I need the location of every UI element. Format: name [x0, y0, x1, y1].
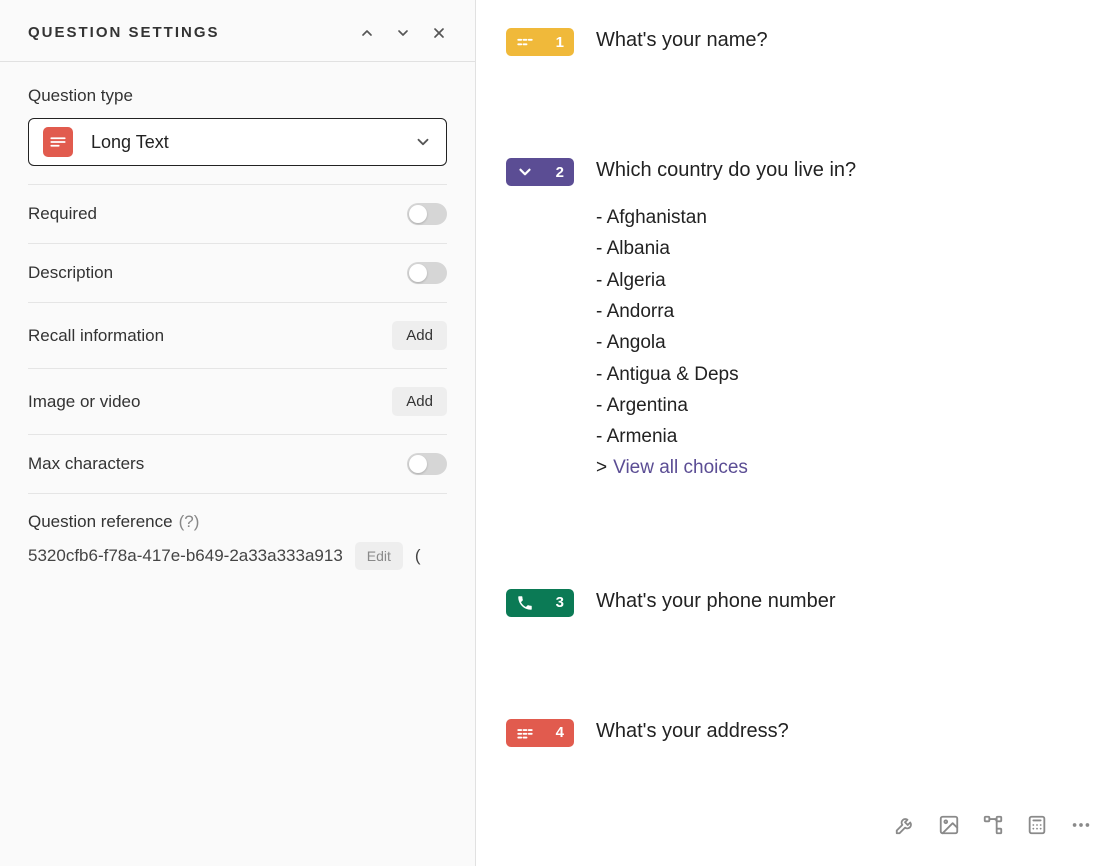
view-all-choices[interactable]: > View all choices [596, 457, 1086, 479]
reference-edit-button[interactable]: Edit [355, 542, 403, 570]
question-item[interactable]: 1 What's your name? [506, 26, 1086, 56]
media-add-button[interactable]: Add [392, 387, 447, 416]
panel-title: QUESTION SETTINGS [28, 24, 220, 41]
question-choices: Afghanistan Albania Algeria Andorra Ango… [596, 202, 1086, 453]
calculator-icon[interactable] [1026, 814, 1048, 836]
list-item: Armenia [596, 421, 1086, 452]
question-badge: 3 [506, 589, 574, 617]
branch-icon[interactable] [982, 814, 1004, 836]
question-type-value: Long Text [91, 132, 414, 153]
question-type-label: Question type [28, 86, 447, 106]
question-title: What's your address? [596, 717, 1086, 745]
view-all-link[interactable]: View all choices [613, 457, 748, 478]
long-text-icon [43, 127, 73, 157]
short-text-icon [516, 33, 534, 51]
required-toggle[interactable] [407, 203, 447, 225]
question-number: 1 [548, 34, 564, 51]
question-badge: 4 [506, 719, 574, 747]
question-number: 3 [548, 594, 564, 611]
question-type-select[interactable]: Long Text [28, 118, 447, 166]
prev-question-icon[interactable] [359, 25, 375, 41]
question-settings-panel: QUESTION SETTINGS Question type [0, 0, 476, 866]
close-icon[interactable] [431, 25, 447, 41]
question-type-section: Question type Long Text [28, 86, 447, 185]
media-section: Image or video Add [28, 369, 447, 435]
question-title: Which country do you live in? [596, 156, 1086, 184]
required-section: Required [28, 185, 447, 244]
chevron-right-icon: > [596, 457, 607, 478]
chevron-down-icon [516, 163, 534, 181]
max-chars-section: Max characters [28, 435, 447, 494]
recall-add-button[interactable]: Add [392, 321, 447, 350]
floating-toolbar [894, 814, 1092, 836]
question-item[interactable]: 2 Which country do you live in? Afghanis… [506, 156, 1086, 479]
question-title: What's your name? [596, 26, 1086, 54]
reference-overflow: ( [415, 546, 421, 566]
reference-hint[interactable]: (?) [179, 512, 200, 532]
phone-icon [516, 594, 534, 612]
required-label: Required [28, 204, 97, 224]
reference-section: Question reference (?) 5320cfb6-f78a-417… [28, 494, 447, 588]
chevron-down-icon [414, 133, 432, 151]
list-item: Albania [596, 233, 1086, 264]
wrench-icon[interactable] [894, 814, 916, 836]
panel-body: Question type Long Text Required Descrip… [0, 62, 475, 612]
list-item: Algeria [596, 265, 1086, 296]
list-item: Antigua & Deps [596, 359, 1086, 390]
question-item[interactable]: 4 What's your address? [506, 717, 1086, 747]
question-badge: 2 [506, 158, 574, 186]
recall-section: Recall information Add [28, 303, 447, 369]
next-question-icon[interactable] [395, 25, 411, 41]
more-icon[interactable] [1070, 814, 1092, 836]
long-text-icon [516, 724, 534, 742]
question-list: 1 What's your name? 2 Which country do y… [476, 0, 1116, 866]
question-number: 2 [548, 164, 564, 181]
description-label: Description [28, 263, 113, 283]
question-badge: 1 [506, 28, 574, 56]
reference-value: 5320cfb6-f78a-417e-b649-2a33a333a913 [28, 546, 343, 566]
list-item: Afghanistan [596, 202, 1086, 233]
max-chars-toggle[interactable] [407, 453, 447, 475]
recall-label: Recall information [28, 326, 164, 346]
question-title: What's your phone number [596, 587, 1086, 615]
media-label: Image or video [28, 392, 140, 412]
question-number: 4 [548, 724, 564, 741]
description-section: Description [28, 244, 447, 303]
question-item[interactable]: 3 What's your phone number [506, 587, 1086, 617]
panel-header: QUESTION SETTINGS [0, 0, 475, 62]
list-item: Argentina [596, 390, 1086, 421]
list-item: Angola [596, 327, 1086, 358]
max-chars-label: Max characters [28, 454, 144, 474]
reference-label: Question reference [28, 512, 173, 532]
image-icon[interactable] [938, 814, 960, 836]
description-toggle[interactable] [407, 262, 447, 284]
list-item: Andorra [596, 296, 1086, 327]
panel-actions [359, 25, 447, 41]
